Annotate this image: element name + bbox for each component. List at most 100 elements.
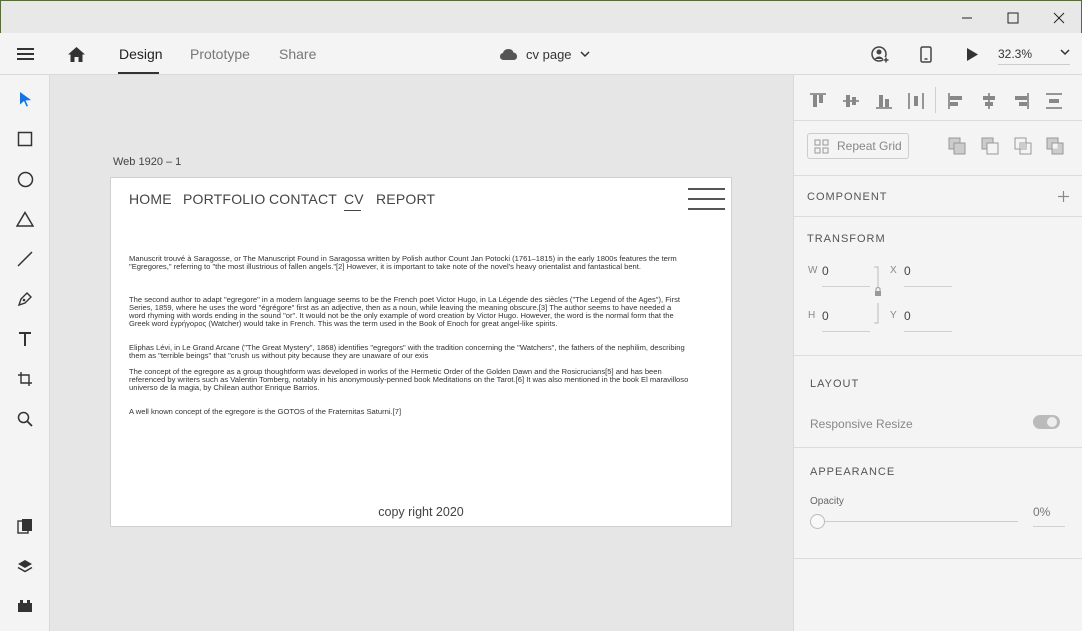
- magnifier-icon: [17, 411, 33, 427]
- play-icon: [967, 47, 978, 61]
- cloud-icon: [500, 48, 517, 60]
- zoom-tool[interactable]: [13, 407, 37, 431]
- tab-design[interactable]: Design: [119, 33, 163, 75]
- add-component-icon[interactable]: [1058, 191, 1069, 202]
- opacity-slider-track[interactable]: [818, 521, 1018, 522]
- align-center-icon[interactable]: [980, 92, 998, 110]
- layers-button[interactable]: [13, 554, 37, 578]
- rectangle-tool[interactable]: [13, 127, 37, 151]
- align-top-icon[interactable]: [809, 92, 827, 110]
- select-tool[interactable]: [13, 87, 37, 111]
- play-preview-button[interactable]: [965, 33, 979, 75]
- toggle-knob: [1047, 417, 1057, 427]
- lock-aspect-icon[interactable]: [872, 265, 884, 325]
- align-middle-icon[interactable]: [842, 92, 860, 110]
- chevron-down-icon: [580, 50, 590, 57]
- repeat-grid-icon: [814, 139, 829, 153]
- minimize-button[interactable]: [944, 1, 990, 34]
- height-label: H: [808, 310, 816, 321]
- appearance-title: APPEARANCE: [810, 466, 896, 478]
- nav-report[interactable]: REPORT: [376, 191, 435, 207]
- x-label: X: [890, 265, 897, 276]
- artboard[interactable]: HOME PORTFOLIO CONTACT CV REPORT Manuscr…: [110, 177, 732, 527]
- hamburger-menu-icon: [17, 48, 34, 60]
- align-right-icon[interactable]: [1012, 92, 1030, 110]
- opacity-label: Opacity: [810, 496, 844, 507]
- layers-icon: [17, 560, 33, 573]
- align-section: [794, 75, 1082, 121]
- device-preview-button[interactable]: [920, 33, 932, 75]
- minimize-icon: [962, 17, 972, 18]
- width-label: W: [808, 265, 818, 276]
- appearance-section: APPEARANCE Opacity 0%: [794, 448, 1082, 559]
- assets-button[interactable]: [13, 514, 37, 538]
- close-icon: [1053, 12, 1065, 23]
- width-field[interactable]: 0: [822, 264, 829, 278]
- x-field[interactable]: 0: [904, 264, 911, 278]
- artboard-name[interactable]: Web 1920 – 1: [113, 156, 181, 168]
- height-underline: [822, 331, 870, 332]
- polygon-tool[interactable]: [13, 207, 37, 231]
- tab-share[interactable]: Share: [279, 33, 316, 75]
- opacity-slider-handle[interactable]: [810, 514, 825, 529]
- responsive-resize-toggle[interactable]: [1033, 415, 1060, 429]
- responsive-resize-label: Responsive Resize: [810, 417, 913, 431]
- menu-button[interactable]: [17, 33, 35, 75]
- document-title-dropdown[interactable]: cv page: [499, 33, 590, 75]
- plugins-button[interactable]: [13, 594, 37, 618]
- paragraph-1[interactable]: Manuscrit trouvé à Saragosse, or The Man…: [129, 254, 689, 271]
- align-divider: [935, 87, 936, 113]
- paragraph-5[interactable]: A well known concept of the egregore is …: [129, 407, 689, 416]
- opacity-value[interactable]: 0%: [1033, 505, 1050, 519]
- rectangle-icon: [17, 131, 33, 147]
- triangle-icon: [16, 211, 34, 227]
- app-toolbar: Design Prototype Share cv page 32.3%: [0, 33, 1082, 75]
- artboard-icon: [18, 372, 32, 386]
- ellipse-tool[interactable]: [13, 167, 37, 191]
- line-tool[interactable]: [13, 247, 37, 271]
- width-underline: [822, 286, 870, 287]
- window-title-bar: [0, 0, 1082, 33]
- plugins-icon: [18, 600, 32, 612]
- layout-title: LAYOUT: [810, 378, 860, 390]
- align-bottom-icon[interactable]: [875, 92, 893, 110]
- zoom-dropdown[interactable]: 32.3%: [998, 33, 1070, 75]
- align-left-icon[interactable]: [947, 92, 965, 110]
- x-underline: [904, 286, 952, 287]
- paragraph-3[interactable]: Eliphas Lévi, in Le Grand Arcane ("The G…: [129, 343, 689, 360]
- document-name: cv page: [526, 46, 572, 62]
- tab-prototype[interactable]: Prototype: [190, 33, 250, 75]
- repeat-grid-button[interactable]: Repeat Grid: [807, 133, 909, 159]
- subtract-icon[interactable]: [981, 137, 999, 155]
- home-button[interactable]: [67, 33, 86, 75]
- distribute-horizontal-icon[interactable]: [1045, 92, 1063, 110]
- nav-portfolio[interactable]: PORTFOLIO: [183, 191, 265, 207]
- pen-tool[interactable]: [13, 287, 37, 311]
- nav-home[interactable]: HOME: [129, 191, 172, 207]
- exclude-overlap-icon[interactable]: [1046, 137, 1064, 155]
- chevron-down-icon: [1060, 49, 1070, 56]
- maximize-button[interactable]: [990, 1, 1036, 34]
- nav-cv[interactable]: CV: [344, 191, 364, 207]
- component-title: COMPONENT: [807, 191, 888, 203]
- add-union-icon[interactable]: [948, 137, 966, 155]
- hamburger-menu-icon[interactable]: [688, 188, 725, 210]
- height-field[interactable]: 0: [822, 309, 829, 323]
- distribute-vertical-icon[interactable]: [907, 92, 925, 110]
- line-icon: [17, 251, 33, 267]
- artboard-tool[interactable]: [13, 367, 37, 391]
- paragraph-2[interactable]: The second author to adapt "egregore" in…: [129, 295, 689, 328]
- ellipse-icon: [17, 171, 33, 187]
- paragraph-4[interactable]: The concept of the egregore as a group t…: [129, 367, 689, 392]
- y-field[interactable]: 0: [904, 309, 911, 323]
- nav-contact[interactable]: CONTACT: [269, 191, 337, 207]
- close-button[interactable]: [1036, 1, 1082, 34]
- intersect-icon[interactable]: [1014, 137, 1032, 155]
- invite-user-button[interactable]: [871, 33, 889, 75]
- text-tool[interactable]: [13, 327, 37, 351]
- design-canvas[interactable]: Web 1920 – 1 HOME PORTFOLIO CONTACT CV R…: [50, 75, 793, 631]
- opacity-underline: [1033, 526, 1065, 527]
- footer-text[interactable]: copy right 2020: [111, 505, 731, 519]
- y-label: Y: [890, 310, 897, 321]
- zoom-value: 32.3%: [998, 47, 1033, 61]
